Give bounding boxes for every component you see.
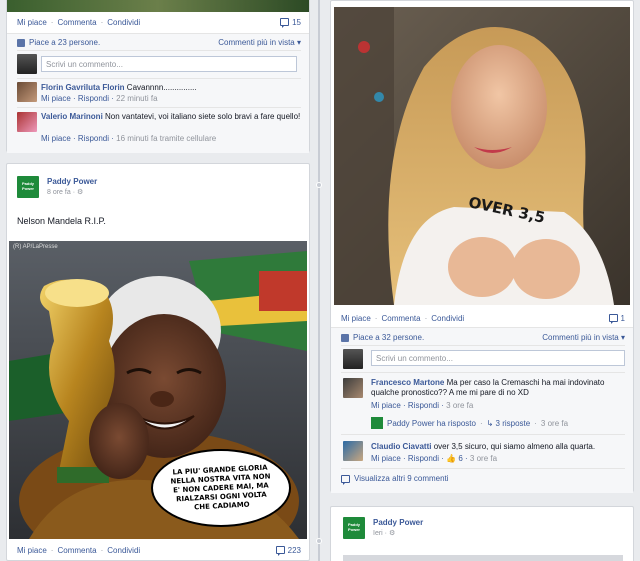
- comment-reply-link[interactable]: Rispondi: [78, 134, 109, 143]
- likes-count[interactable]: Piace a 23 persone.: [29, 38, 100, 47]
- commenter-avatar[interactable]: [343, 441, 363, 461]
- post-photo[interactable]: OVER 3,5: [334, 7, 630, 305]
- post-text-blurred: [343, 555, 623, 561]
- comment-likes[interactable]: 👍 6: [446, 454, 463, 463]
- paddy-power-logo[interactable]: Paddy Power: [343, 517, 365, 539]
- commenter-name[interactable]: Valerio Marinoni: [41, 112, 103, 121]
- likes-count[interactable]: Piace a 32 persone.: [353, 333, 424, 342]
- ufi-section: Piace a 23 persone. Commenti più in vist…: [7, 33, 309, 153]
- comment-text: Cavannnn...............: [126, 83, 197, 92]
- comment-input[interactable]: Scrivi un commento...: [371, 350, 625, 366]
- commenter-avatar[interactable]: [17, 112, 37, 132]
- speech-bubble: LA PIU' GRANDE GLORIA NELLA NOSTRA VITA …: [151, 449, 291, 527]
- like-link[interactable]: Mi piace: [17, 546, 47, 555]
- comment-reply-link[interactable]: Rispondi: [78, 94, 109, 103]
- paddy-power-logo[interactable]: Paddy Power: [17, 176, 39, 198]
- reply-summary[interactable]: Paddy Power ha risposto · ↳ 3 risposte ·…: [371, 415, 568, 431]
- photo-credit: (R) AP/LaPresse: [13, 244, 58, 250]
- user-avatar: [17, 54, 37, 74]
- thumbs-up-icon: [17, 38, 25, 47]
- timeline-dot: [316, 538, 322, 544]
- post-time[interactable]: Ieri · ⚙: [373, 529, 395, 537]
- post-image-crop: [7, 0, 309, 12]
- comment-reply-link[interactable]: Rispondi: [408, 401, 439, 410]
- share-link[interactable]: Condividi: [431, 314, 464, 323]
- comment-icon: [280, 18, 290, 28]
- share-link[interactable]: Condividi: [107, 546, 140, 555]
- thumbs-up-icon: [341, 333, 349, 342]
- comment-time: 22 minuti fa: [116, 94, 158, 103]
- comment-like-link[interactable]: Mi piace: [41, 94, 71, 103]
- timeline-dot: [316, 182, 322, 188]
- globe-icon: ⚙: [76, 189, 84, 196]
- comment-reply-link[interactable]: Rispondi: [408, 454, 439, 463]
- comment-sort-dropdown[interactable]: Commenti più in vista ▾: [218, 38, 301, 47]
- comment-like-link[interactable]: Mi piace: [371, 454, 401, 463]
- comment-sort-dropdown[interactable]: Commenti più in vista ▾: [542, 333, 625, 342]
- commenter-name[interactable]: Francesco Martone: [371, 378, 444, 387]
- like-link[interactable]: Mi piace: [341, 314, 371, 323]
- comment-link[interactable]: Commenta: [57, 546, 96, 555]
- thumbs-up-icon: 👍: [446, 454, 457, 463]
- share-link[interactable]: Condividi: [107, 18, 140, 27]
- right-post-bottom: Paddy Power Paddy Power Ieri · ⚙: [330, 506, 634, 561]
- comment-text: over 3,5 sicuro, qui siamo almeno alla q…: [433, 442, 596, 451]
- commenter-avatar[interactable]: [343, 378, 363, 398]
- comment-time: 3 ore fa: [469, 454, 498, 463]
- page-name[interactable]: Paddy Power: [47, 177, 97, 186]
- comment-count[interactable]: 1: [608, 314, 625, 324]
- comment-icon: [341, 474, 350, 485]
- comment-text: Non vantatevi, voi italiano siete solo b…: [105, 112, 301, 121]
- comment-time: 16 minuti fa tramite cellulare: [116, 134, 217, 143]
- view-more-comments[interactable]: Visualizza altri 9 commenti: [341, 474, 625, 485]
- comment-like-link[interactable]: Mi piace: [41, 134, 71, 143]
- post-text: Nelson Mandela R.I.P.: [17, 216, 106, 226]
- commenter-name[interactable]: Florin Gavriluta Florin: [41, 83, 125, 92]
- post-photo[interactable]: (R) AP/LaPresse LA PIU' GRANDE GLORIA NE…: [9, 241, 307, 539]
- commenter-name[interactable]: Claudio Ciavatti: [371, 442, 431, 451]
- post-time[interactable]: 8 ore fa · ⚙: [47, 188, 83, 196]
- comment-link[interactable]: Commenta: [381, 314, 420, 323]
- comment-icon: [608, 314, 618, 324]
- comment-time: 3 ore fa: [446, 401, 474, 410]
- comment-link[interactable]: Commenta: [57, 18, 96, 27]
- right-post-top: OVER 3,5 Mi piace · Commenta · Condividi 1…: [330, 0, 634, 493]
- paddy-power-mini-logo: [371, 417, 383, 429]
- comment-input[interactable]: Scrivi un commento...: [41, 56, 297, 72]
- commenter-avatar[interactable]: [17, 82, 37, 102]
- comment-count[interactable]: 223: [275, 546, 301, 556]
- left-post-top: Mi piace · Commenta · Condividi 15 Piace a…: [6, 0, 310, 153]
- globe-icon: ⚙: [388, 530, 396, 537]
- timeline-line: [318, 0, 320, 561]
- comment-icon: [275, 546, 285, 556]
- comment-like-link[interactable]: Mi piace: [371, 401, 401, 410]
- like-link[interactable]: Mi piace: [17, 18, 47, 27]
- ufi-section: Piace a 32 persone. Commenti più in vist…: [331, 327, 633, 493]
- user-avatar: [343, 349, 363, 369]
- page-name[interactable]: Paddy Power: [373, 518, 423, 527]
- comment-count[interactable]: 15: [280, 18, 301, 28]
- left-post-bottom: Paddy Power Paddy Power 8 ore fa · ⚙ Nel…: [6, 163, 310, 561]
- replies-count[interactable]: ↳ 3 risposte: [487, 419, 531, 428]
- woman-photo-illustration: [334, 7, 630, 305]
